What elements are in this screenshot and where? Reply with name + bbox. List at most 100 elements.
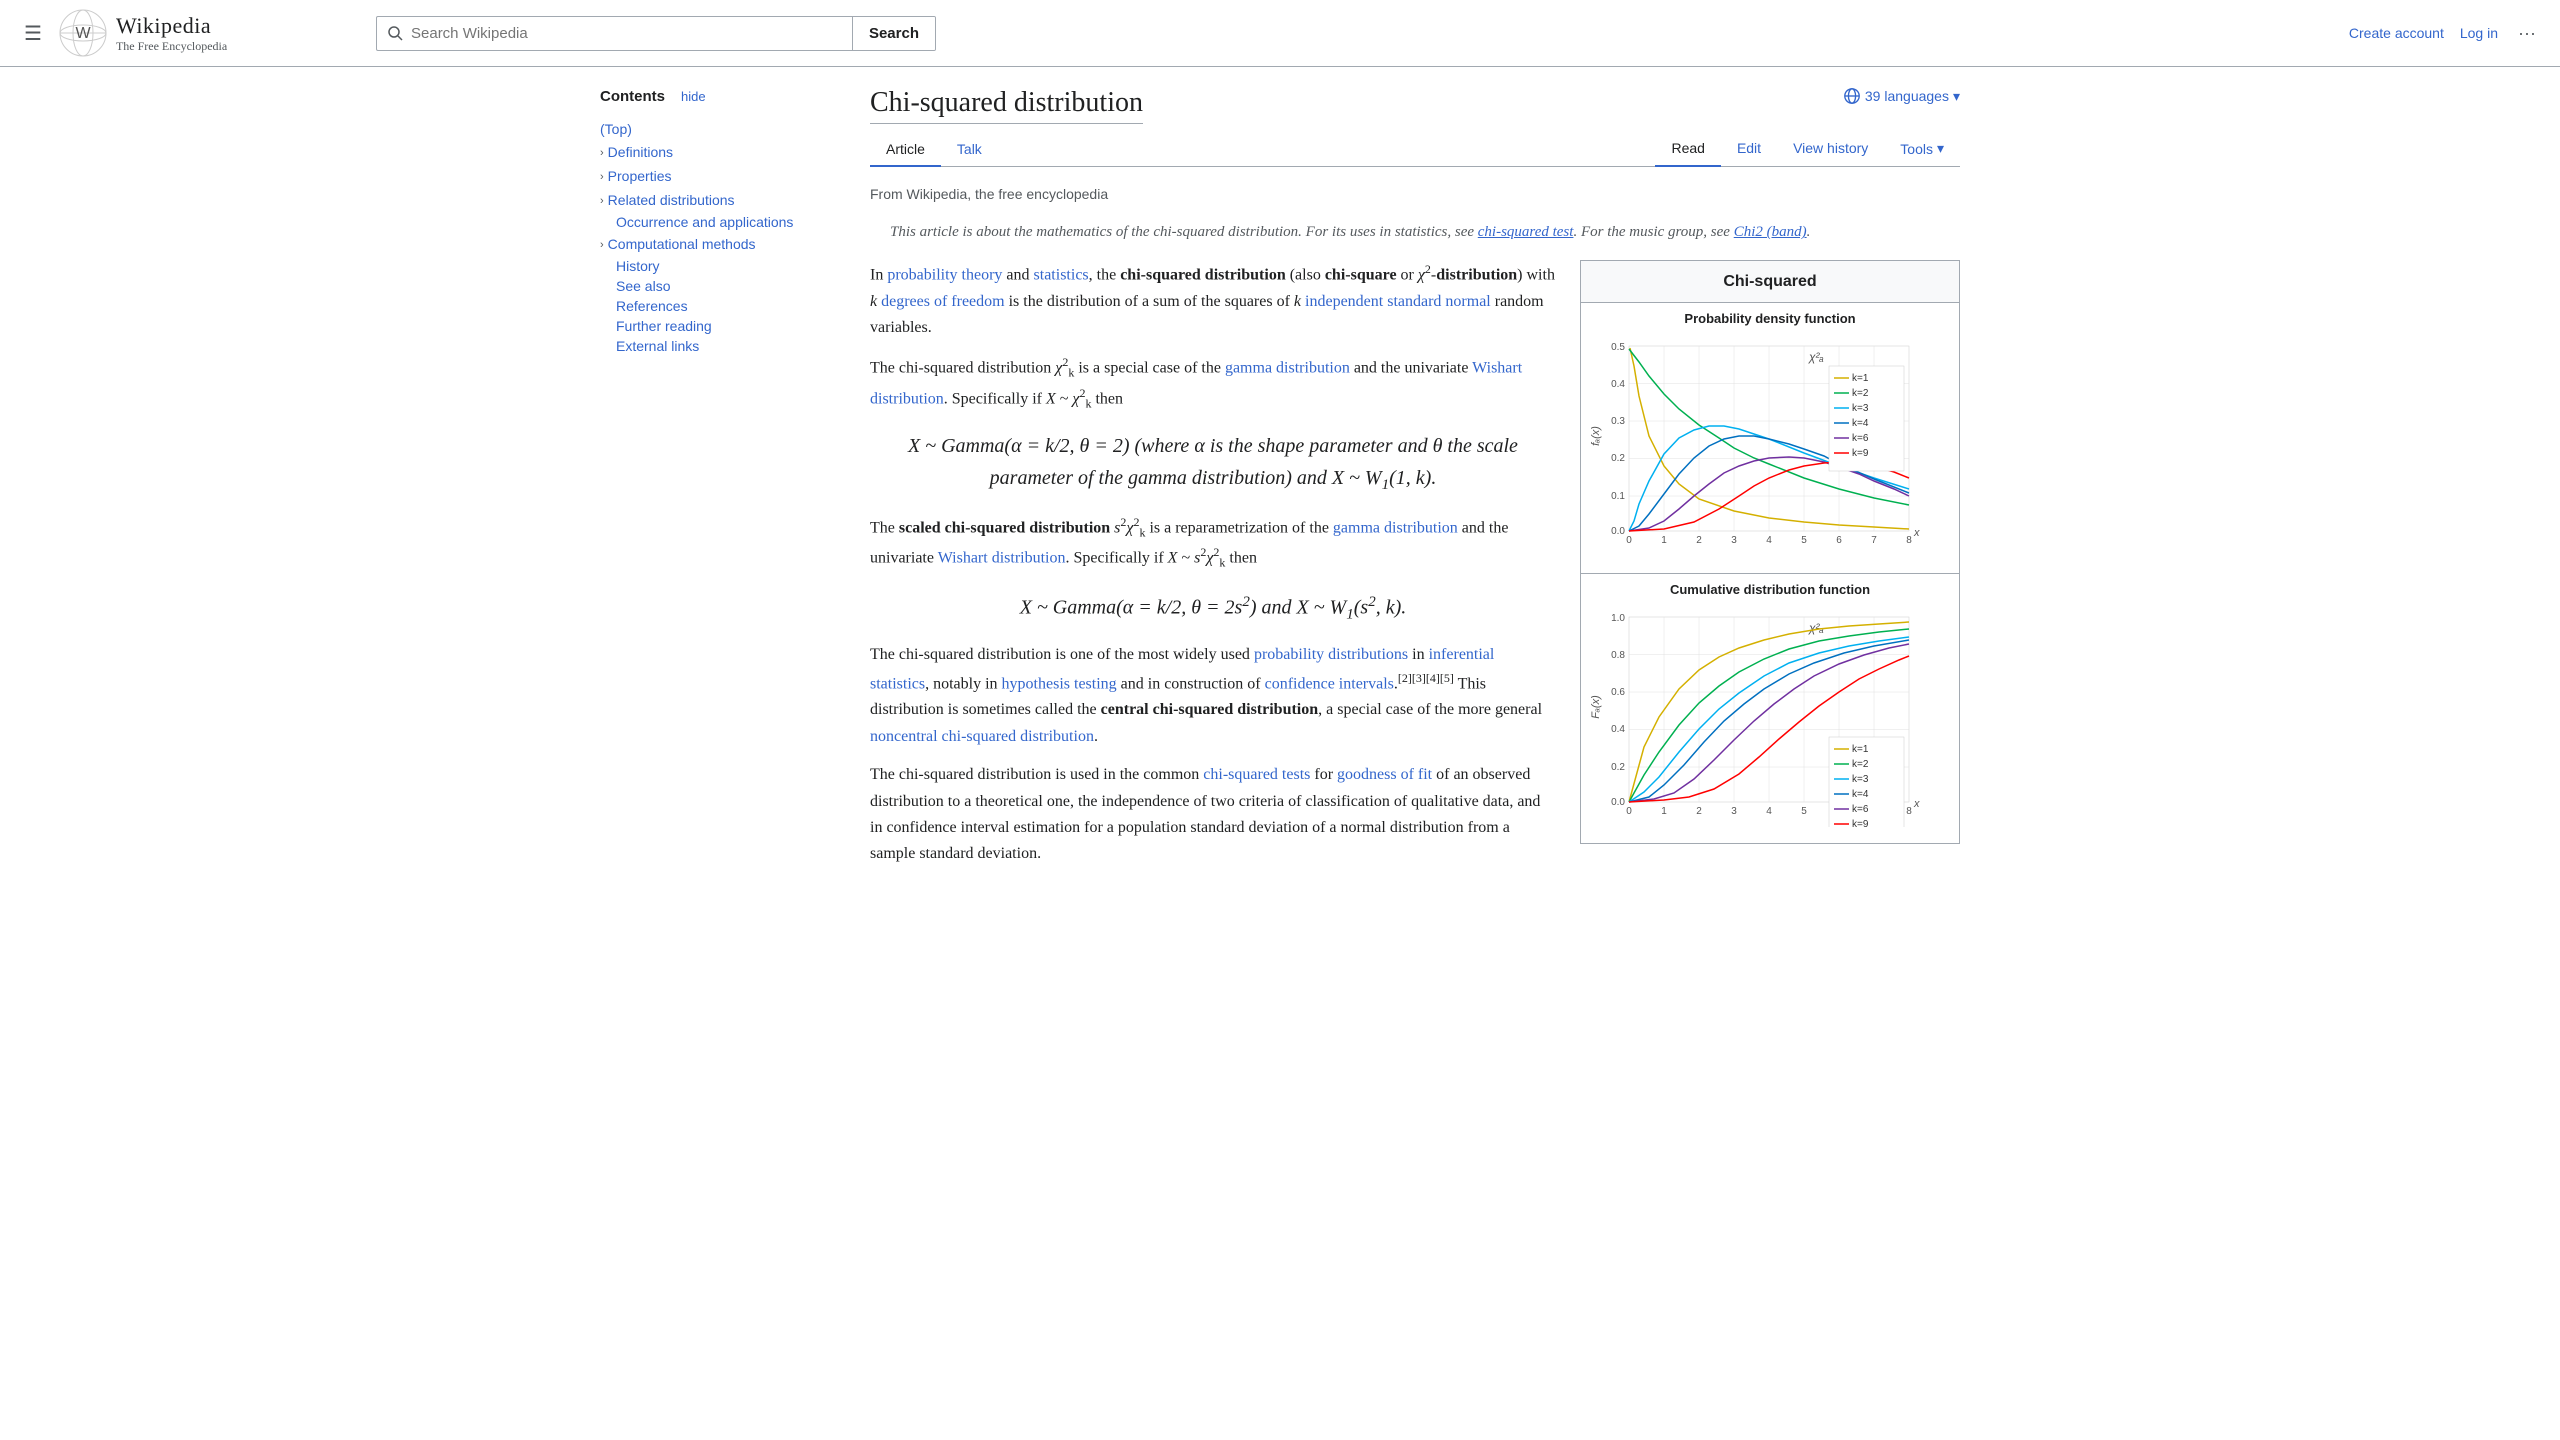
header-right: Create account Log in ··· <box>2349 19 2540 48</box>
svg-text:k=6: k=6 <box>1852 433 1869 444</box>
language-icon <box>1843 87 1861 105</box>
svg-text:k=4: k=4 <box>1852 789 1869 800</box>
svg-text:0.2: 0.2 <box>1611 762 1625 773</box>
link-degrees-of-freedom[interactable]: degrees of freedom <box>881 293 1005 310</box>
link-hypothesis-testing[interactable]: hypothesis testing <box>1002 675 1117 692</box>
language-link[interactable]: 39 languages ▾ <box>1843 87 1960 105</box>
toc-item-properties: › Properties <box>600 164 840 188</box>
bold-scaled: scaled chi-squared distribution <box>899 519 1110 536</box>
more-options-button[interactable]: ··· <box>2514 19 2540 48</box>
toc-link-occurrence[interactable]: Occurrence and applications <box>616 214 793 230</box>
toc-expandable-definitions: › Definitions <box>600 142 840 162</box>
svg-text:5: 5 <box>1801 806 1807 817</box>
svg-text:k=3: k=3 <box>1852 403 1869 414</box>
toc-item-references: References <box>600 296 840 316</box>
hatnote-link-band[interactable]: Chi2 (band) <box>1734 224 1807 240</box>
hatnote-link-test[interactable]: chi-squared test <box>1478 224 1574 240</box>
hamburger-button[interactable]: ☰ <box>20 17 46 50</box>
toc-link-definitions[interactable]: Definitions <box>608 144 673 160</box>
wiki-logo-link[interactable]: W Wikipedia The Free Encyclopedia <box>58 8 227 58</box>
svg-text:7: 7 <box>1871 535 1877 546</box>
svg-text:1.0: 1.0 <box>1611 613 1625 624</box>
bold-chi-square: chi-square <box>1325 266 1397 283</box>
wiki-logo-title: Wikipedia <box>116 13 227 39</box>
wiki-logo-text: Wikipedia The Free Encyclopedia <box>116 13 227 54</box>
search-input[interactable] <box>411 17 842 50</box>
pdf-chart-title: Probability density function <box>1581 303 1959 332</box>
tab-read[interactable]: Read <box>1655 132 1720 167</box>
chi-formula-inline: χ <box>1418 266 1425 283</box>
toc-hide-button[interactable]: hide <box>675 87 712 106</box>
toc-chevron-related[interactable]: › <box>600 195 604 207</box>
toc-link-references[interactable]: References <box>616 298 688 314</box>
search-button[interactable]: Search <box>852 17 935 50</box>
toc-link-history[interactable]: History <box>616 258 660 274</box>
svg-text:k=1: k=1 <box>1852 744 1869 755</box>
svg-text:x: x <box>1913 798 1920 810</box>
tab-edit[interactable]: Edit <box>1721 132 1777 167</box>
toc-expandable-computational: › Computational methods <box>600 234 840 254</box>
pdf-chart-area: 0.5 0.4 0.3 0.2 0.1 0.0 0 1 2 3 <box>1581 332 1959 573</box>
toc-link-related[interactable]: Related distributions <box>608 192 735 208</box>
toc-sidebar: Contents hide (Top) › Definitions › Prop… <box>600 67 840 900</box>
toc-item-further: Further reading <box>600 316 840 336</box>
tab-view-history[interactable]: View history <box>1777 132 1884 167</box>
svg-text:k=4: k=4 <box>1852 418 1869 429</box>
toc-list: (Top) › Definitions › Properties › <box>600 118 840 356</box>
svg-text:k=2: k=2 <box>1852 759 1869 770</box>
toc-link-top[interactable]: (Top) <box>600 121 632 137</box>
tab-tools[interactable]: Tools ▾ <box>1884 132 1960 167</box>
infobox-title: Chi-squared <box>1581 261 1959 303</box>
link-gamma-distribution[interactable]: gamma distribution <box>1225 360 1350 377</box>
article-body: From Wikipedia, the free encyclopedia Th… <box>870 183 1960 880</box>
toc-item-related: › Related distributions <box>600 188 840 212</box>
svg-text:3: 3 <box>1731 535 1737 546</box>
link-independent-standard-normal[interactable]: independent standard normal <box>1305 293 1491 310</box>
toc-link-external[interactable]: External links <box>616 338 699 354</box>
toc-link-further[interactable]: Further reading <box>616 318 712 334</box>
toc-chevron-definitions[interactable]: › <box>600 147 604 159</box>
tab-article[interactable]: Article <box>870 133 941 167</box>
svg-text:0.8: 0.8 <box>1611 650 1625 661</box>
toc-link-see-also[interactable]: See also <box>616 278 670 294</box>
link-probability-theory[interactable]: probability theory <box>887 266 1002 283</box>
link-confidence-intervals[interactable]: confidence intervals <box>1265 675 1394 692</box>
from-wiki-text: From Wikipedia, the free encyclopedia <box>870 183 1960 205</box>
svg-text:5: 5 <box>1801 535 1807 546</box>
link-noncentral[interactable]: noncentral chi-squared distribution <box>870 728 1094 745</box>
svg-text:0.3: 0.3 <box>1611 416 1625 427</box>
link-statistics[interactable]: statistics <box>1034 266 1089 283</box>
toc-link-properties[interactable]: Properties <box>608 168 672 184</box>
search-input-wrap <box>377 17 852 50</box>
search-form: Search <box>376 16 936 51</box>
svg-text:k=2: k=2 <box>1852 388 1869 399</box>
svg-text:k=9: k=9 <box>1852 819 1869 827</box>
svg-text:fₐ(x): fₐ(x) <box>1590 426 1602 446</box>
toc-item-see-also: See also <box>600 276 840 296</box>
link-wishart-2[interactable]: Wishart distribution <box>938 550 1066 567</box>
article-tabs: Article Talk Read Edit View history Tool… <box>870 132 1960 167</box>
tab-talk[interactable]: Talk <box>941 133 998 167</box>
toc-link-computational[interactable]: Computational methods <box>608 236 756 252</box>
login-link[interactable]: Log in <box>2460 25 2498 41</box>
link-probability-distributions[interactable]: probability distributions <box>1254 646 1408 663</box>
link-chi-squared-tests[interactable]: chi-squared tests <box>1203 766 1310 783</box>
page-wrap: Contents hide (Top) › Definitions › Prop… <box>580 67 1980 900</box>
tools-label: Tools <box>1900 141 1933 157</box>
svg-text:0.5: 0.5 <box>1611 342 1625 353</box>
svg-text:0.4: 0.4 <box>1611 379 1625 390</box>
cdf-chart-svg: 1.0 0.8 0.6 0.4 0.2 0.0 0 1 2 3 4 <box>1589 607 1949 827</box>
link-wishart[interactable]: Wishart distribution <box>870 360 1522 407</box>
svg-text:6: 6 <box>1836 535 1842 546</box>
toc-chevron-properties[interactable]: › <box>600 171 604 183</box>
link-gamma-dist-2[interactable]: gamma distribution <box>1333 519 1458 536</box>
toc-chevron-computational[interactable]: › <box>600 239 604 251</box>
create-account-link[interactable]: Create account <box>2349 25 2444 41</box>
lang-count: 39 languages <box>1865 88 1949 104</box>
link-goodness-of-fit[interactable]: goodness of fit <box>1337 766 1432 783</box>
k-italic: k <box>870 293 877 310</box>
cite-2345: [2][3][4][5] <box>1398 671 1454 685</box>
svg-text:8: 8 <box>1906 806 1912 817</box>
hamburger-icon: ☰ <box>24 23 42 45</box>
toc-expandable-related: › Related distributions <box>600 190 840 210</box>
